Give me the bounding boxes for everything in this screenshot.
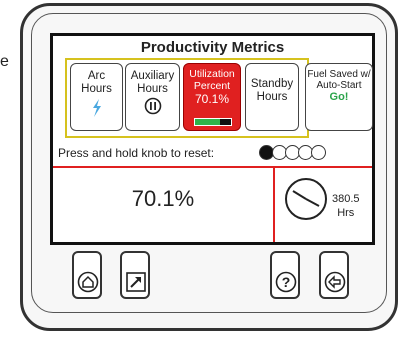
tile-arc-label: Arc Hours (81, 70, 112, 95)
utilization-progress-bar (194, 118, 232, 126)
tile-arc-hours[interactable]: Arc Hours (70, 63, 123, 131)
tile-utilization-percent[interactable]: Utilization Percent 70.1% (183, 63, 241, 131)
tile-util-value: 70.1% (194, 92, 230, 106)
clock-icon (285, 178, 327, 220)
hours-readout: 380.5 Hrs (332, 192, 360, 220)
tile-util-label: Utilization Percent (189, 68, 235, 92)
home-button[interactable] (72, 251, 102, 299)
reset-hint: Press and hold knob to reset: (58, 146, 215, 160)
tile-fuel-saved[interactable]: Fuel Saved w/ Auto-Start Go! (305, 63, 373, 131)
page-indicator (259, 145, 326, 161)
tile-auxiliary-hours[interactable]: Auxiliary Hours (125, 63, 180, 131)
help-button[interactable]: ? (270, 251, 300, 299)
tile-standby-label: Standby Hours (250, 78, 294, 103)
fuel-status: Go! (329, 91, 349, 103)
help-icon: ? (275, 271, 297, 293)
back-button[interactable] (319, 251, 349, 299)
divider-vertical (273, 166, 275, 242)
auxiliary-power-icon (144, 97, 161, 115)
expand-arrow-icon (126, 272, 146, 292)
svg-text:?: ? (282, 274, 291, 290)
readout-value: 70.1% (131, 186, 195, 211)
tile-standby-hours[interactable]: Standby Hours (245, 63, 299, 131)
utilization-progress-fill (195, 119, 221, 125)
screen-title: Productivity Metrics (140, 39, 285, 56)
tile-aux-label: Auxiliary Hours (130, 70, 175, 95)
edge-label: e (0, 53, 9, 70)
divider-horizontal (53, 166, 372, 168)
page-dot (311, 145, 326, 160)
hours-unit: Hrs (337, 207, 355, 219)
hours-value: 380.5 (332, 193, 360, 205)
lcd-screen: Productivity Metrics Arc Hours Auxiliary… (50, 33, 375, 245)
back-arrow-icon (324, 271, 346, 293)
home-icon (77, 271, 99, 293)
expand-button[interactable] (120, 251, 150, 299)
tile-fuel-label: Fuel Saved w/ Auto-Start (307, 69, 371, 91)
lightning-arc-icon (92, 99, 101, 117)
